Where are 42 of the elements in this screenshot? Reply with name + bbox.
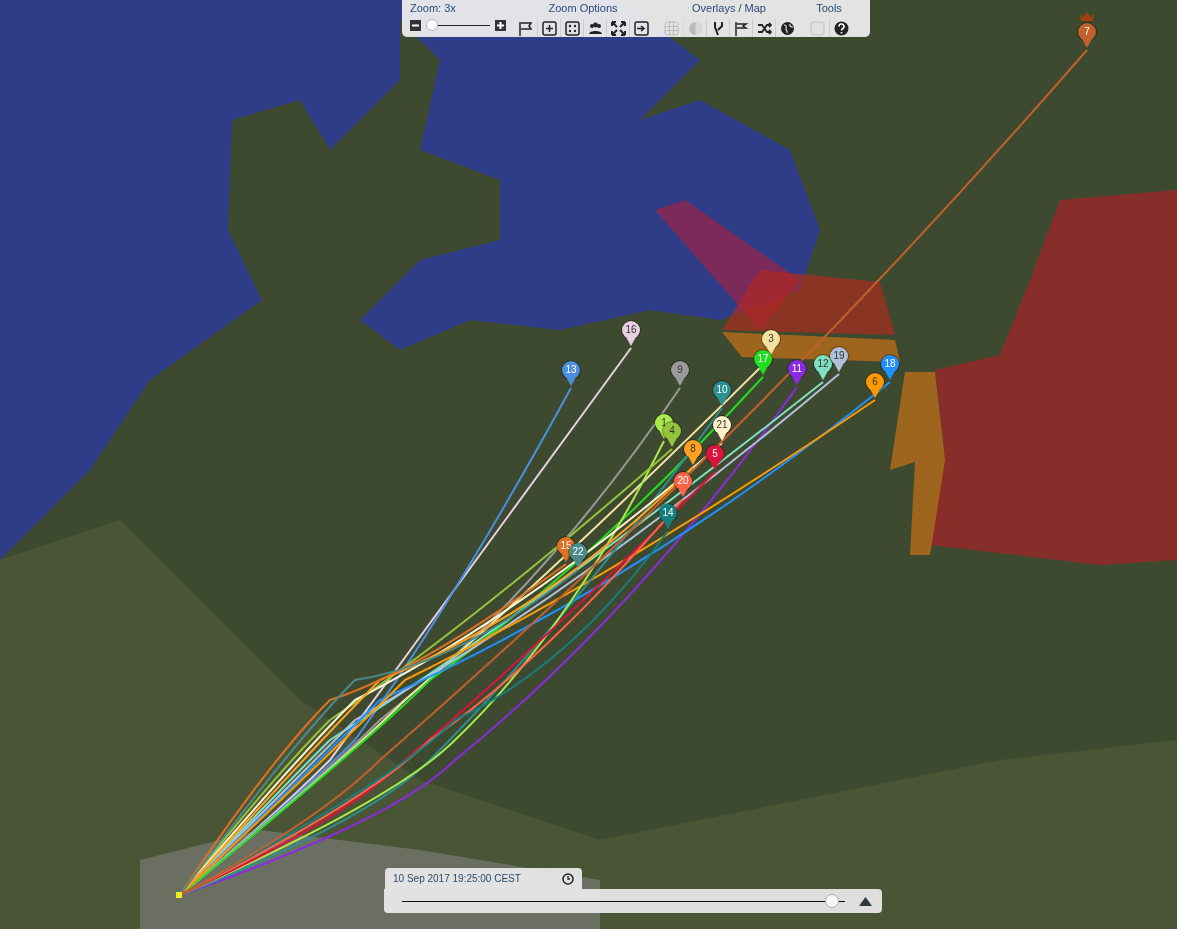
zoom-out-button[interactable]	[410, 19, 421, 31]
time-text: 10 Sep 2017 19:25:00 CEST	[393, 873, 521, 884]
marker-pin[interactable]: 8	[684, 440, 702, 465]
dice-icon	[564, 20, 580, 36]
group-title: Tools	[816, 2, 842, 15]
flag-icon	[733, 20, 749, 36]
zoom-in-button[interactable]	[495, 19, 506, 31]
people-icon	[587, 20, 603, 36]
contrast-icon	[687, 20, 703, 36]
enter-icon	[633, 20, 649, 36]
toolbar-button[interactable]	[537, 19, 560, 37]
toolbar-button[interactable]	[606, 19, 629, 37]
flag-icon	[518, 20, 533, 36]
marker-pin[interactable]: 11	[788, 360, 806, 385]
expand-button[interactable]	[859, 896, 872, 906]
shuffle-icon	[756, 20, 772, 36]
marker-pin[interactable]: 7	[1078, 23, 1096, 48]
plus-icon	[497, 21, 504, 29]
marker-pin[interactable]: 6	[866, 373, 884, 398]
clock-icon[interactable]	[562, 872, 574, 885]
marker-pin[interactable]: 9	[671, 361, 689, 386]
zoom-label: Zoom: 3x	[410, 2, 456, 15]
marker-pin[interactable]: 10	[713, 381, 731, 406]
toolbar-button[interactable]	[752, 19, 775, 37]
expand-icon	[610, 20, 626, 36]
toolbar-button[interactable]	[629, 19, 652, 37]
group-title: Overlays / Map	[692, 2, 766, 15]
globe-icon	[779, 20, 795, 36]
marker-pin[interactable]: 19	[830, 347, 848, 372]
plus-icon	[541, 20, 557, 36]
group-title: Zoom Options	[548, 2, 618, 15]
map-view[interactable]: 16 13 9 3 17 11 12 19 18 6 10 1 4 21 8 5 20 14 1522 7 Zoom: 3x Zoom Options Overlays / Map Tools 10 Sep 2017 19:25:00 CEST	[0, 0, 1177, 929]
square-icon	[810, 20, 825, 36]
slider-thumb[interactable]	[824, 894, 839, 908]
marker-pin[interactable]: 13	[562, 361, 580, 386]
help-icon	[833, 20, 849, 36]
grid-icon	[664, 20, 679, 36]
toolbar-button[interactable]	[560, 19, 583, 37]
marker-pin[interactable]: 16	[622, 321, 640, 346]
slider-thumb[interactable]	[426, 19, 439, 31]
marker-pin[interactable]: 14	[659, 504, 677, 529]
marker-pin[interactable]: 5	[706, 445, 724, 470]
